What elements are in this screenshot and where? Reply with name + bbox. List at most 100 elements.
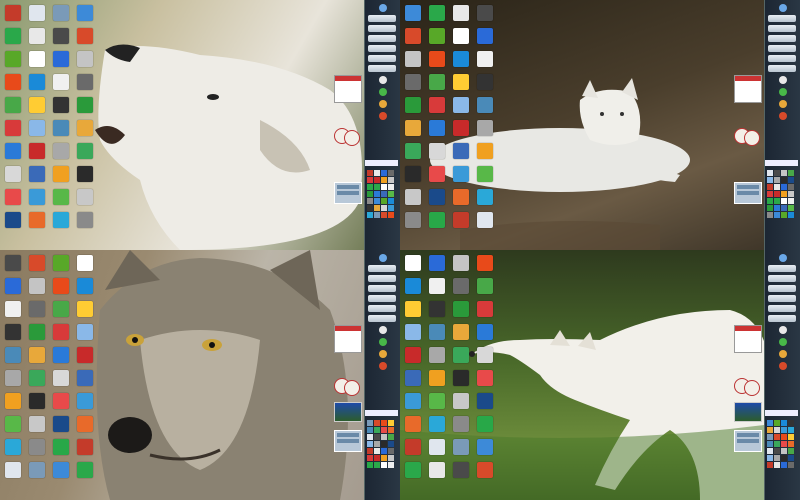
tray-icon[interactable] [374, 177, 380, 183]
desktop-shortcut-icon[interactable] [5, 74, 21, 90]
desktop-shortcut-icon[interactable] [77, 347, 93, 363]
desktop-shortcut-icon[interactable] [453, 5, 469, 21]
desktop-shortcut-icon[interactable] [477, 166, 493, 182]
tray-icon[interactable] [767, 448, 773, 454]
desktop-shortcut-icon[interactable] [453, 143, 469, 159]
tray-icon[interactable] [767, 205, 773, 211]
desktop-shortcut-icon[interactable] [5, 189, 21, 205]
tray-icon[interactable] [788, 198, 794, 204]
tray-icon[interactable] [767, 434, 773, 440]
desktop-shortcut-icon[interactable] [453, 462, 469, 478]
desktop-shortcut-icon[interactable] [29, 74, 45, 90]
tray-icon[interactable] [381, 441, 387, 447]
tray-icon[interactable] [774, 434, 780, 440]
desktop-shortcut-icon[interactable] [53, 97, 69, 113]
tray-icon[interactable] [788, 441, 794, 447]
tray-icon[interactable] [774, 448, 780, 454]
desktop-shortcut-icon[interactable] [453, 439, 469, 455]
tray-icon[interactable] [388, 191, 394, 197]
desktop-shortcut-icon[interactable] [77, 301, 93, 317]
desktop-shortcut-icon[interactable] [453, 166, 469, 182]
desktop-shortcut-icon[interactable] [53, 278, 69, 294]
tray-icon[interactable] [774, 184, 780, 190]
desktop-shortcut-icon[interactable] [453, 120, 469, 136]
tray-icon[interactable] [374, 448, 380, 454]
tray-icon[interactable] [374, 170, 380, 176]
tray-icon[interactable] [374, 441, 380, 447]
desktop-shortcut-icon[interactable] [5, 439, 21, 455]
desktop-shortcut-icon[interactable] [77, 212, 93, 228]
desktop-shortcut-icon[interactable] [429, 370, 445, 386]
tray-icon[interactable] [381, 177, 387, 183]
info-panel-gadget[interactable] [734, 182, 762, 204]
desktop-shortcut-icon[interactable] [477, 347, 493, 363]
tray-icon[interactable] [367, 462, 373, 468]
sidebar-launcher-button[interactable] [768, 55, 796, 62]
tray-icon[interactable] [767, 191, 773, 197]
desktop-shortcut-icon[interactable] [5, 393, 21, 409]
desktop-shortcut-icon[interactable] [29, 416, 45, 432]
globe-icon[interactable] [778, 254, 787, 262]
desktop-shortcut-icon[interactable] [405, 393, 421, 409]
desktop-shortcut-icon[interactable] [429, 462, 445, 478]
tray-icon[interactable] [781, 184, 787, 190]
desktop-shortcut-icon[interactable] [405, 278, 421, 294]
desktop-shortcut-icon[interactable] [477, 278, 493, 294]
tray-icon[interactable] [788, 420, 794, 426]
tray-icon[interactable] [781, 434, 787, 440]
desktop-shortcut-icon[interactable] [53, 51, 69, 67]
desktop-shortcut-icon[interactable] [29, 143, 45, 159]
desktop-shortcut-icon[interactable] [77, 74, 93, 90]
desktop-shortcut-icon[interactable] [29, 189, 45, 205]
avatar-gadget[interactable] [334, 128, 360, 146]
desktop-shortcut-icon[interactable] [405, 189, 421, 205]
desktop-shortcut-icon[interactable] [29, 120, 45, 136]
tray-icon[interactable] [367, 434, 373, 440]
desktop-shortcut-icon[interactable] [477, 97, 493, 113]
tray-icon[interactable] [774, 420, 780, 426]
desktop-shortcut-icon[interactable] [477, 143, 493, 159]
desktop-shortcut-icon[interactable] [77, 120, 93, 136]
tray-icon[interactable] [781, 170, 787, 176]
desktop-shortcut-icon[interactable] [405, 97, 421, 113]
tray-icon[interactable] [374, 191, 380, 197]
desktop-shortcut-icon[interactable] [77, 97, 93, 113]
desktop-shortcut-icon[interactable] [53, 212, 69, 228]
tray-icon[interactable] [367, 198, 373, 204]
tray-icon[interactable] [381, 455, 387, 461]
desktop-shortcut-icon[interactable] [453, 324, 469, 340]
sidebar-launcher-button[interactable] [368, 35, 396, 42]
desktop-shortcut-icon[interactable] [29, 255, 45, 271]
tray-icon[interactable] [367, 205, 373, 211]
sidebar-app-icon[interactable] [778, 350, 787, 358]
tray-icon[interactable] [788, 191, 794, 197]
sidebar-launcher-button[interactable] [768, 275, 796, 282]
tray-icon[interactable] [388, 205, 394, 211]
sidebar-launcher-button[interactable] [768, 45, 796, 52]
tray-icon[interactable] [774, 462, 780, 468]
avatar-gadget[interactable] [334, 378, 360, 396]
tray-icon[interactable] [381, 212, 387, 218]
desktop-shortcut-icon[interactable] [405, 143, 421, 159]
sidebar-launcher-button[interactable] [368, 295, 396, 302]
tray-icon[interactable] [381, 420, 387, 426]
desktop-shortcut-icon[interactable] [53, 28, 69, 44]
desktop-shortcut-icon[interactable] [53, 143, 69, 159]
desktop-shortcut-icon[interactable] [477, 74, 493, 90]
desktop-shortcut-icon[interactable] [29, 166, 45, 182]
tray-icon[interactable] [774, 191, 780, 197]
desktop-shortcut-icon[interactable] [5, 255, 21, 271]
desktop-shortcut-icon[interactable] [77, 278, 93, 294]
desktop-shortcut-icon[interactable] [429, 189, 445, 205]
tray-icon[interactable] [374, 420, 380, 426]
desktop-shortcut-icon[interactable] [5, 462, 21, 478]
sidebar-launcher-button[interactable] [368, 45, 396, 52]
info-panel-gadget[interactable] [734, 430, 762, 452]
globe-icon[interactable] [378, 4, 387, 12]
tray-icon[interactable] [788, 434, 794, 440]
calendar-gadget[interactable] [334, 325, 362, 353]
desktop-shortcut-icon[interactable] [405, 74, 421, 90]
desktop-shortcut-icon[interactable] [405, 439, 421, 455]
desktop-shortcut-icon[interactable] [77, 166, 93, 182]
tray-icon[interactable] [767, 170, 773, 176]
